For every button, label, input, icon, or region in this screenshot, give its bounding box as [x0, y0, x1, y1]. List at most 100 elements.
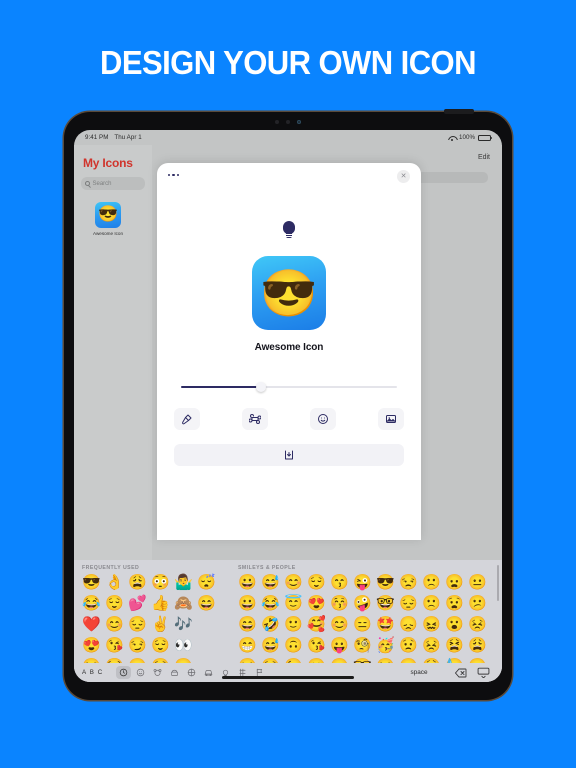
corner-radius-slider[interactable]: [181, 382, 397, 392]
emoji-cell[interactable]: 💕: [126, 593, 149, 614]
emoji-cell[interactable]: 🤪: [351, 593, 374, 614]
ellipsis-icon[interactable]: [168, 174, 180, 177]
emoji-cell[interactable]: 😏: [126, 635, 149, 656]
emoji-cell[interactable]: 😌: [305, 572, 328, 593]
emoji-cell[interactable]: 😊: [282, 572, 305, 593]
emoji-cell[interactable]: 😗: [305, 656, 328, 663]
space-button[interactable]: space: [388, 669, 450, 676]
emoji-cell[interactable]: 😑: [172, 656, 195, 663]
emoji-cell[interactable]: 😇: [282, 593, 305, 614]
emoji-cell[interactable]: 😘: [305, 635, 328, 656]
emoji-cell[interactable]: 😝: [328, 656, 351, 663]
emoji-cell[interactable]: 😭: [103, 656, 126, 663]
emoji-cell[interactable]: 😫: [420, 656, 443, 663]
emoji-cell[interactable]: 🥰: [305, 614, 328, 635]
emoji-cell[interactable]: 😁: [126, 656, 149, 663]
emoji-cell[interactable]: 🎶: [172, 614, 195, 635]
slider-thumb[interactable]: [255, 382, 266, 392]
emoji-cell[interactable]: 🙁: [420, 572, 443, 593]
emoji-cell[interactable]: 😊: [103, 614, 126, 635]
icon-preview-tile[interactable]: 😎: [252, 256, 326, 330]
smileys-icon[interactable]: [133, 666, 148, 679]
paint-roller-icon[interactable]: [174, 408, 200, 430]
keyboard-dismiss-icon[interactable]: [472, 667, 494, 678]
emoji-cell[interactable]: 🤣: [259, 614, 282, 635]
animals-icon[interactable]: [150, 666, 165, 679]
activity-icon[interactable]: [184, 666, 199, 679]
emoji-cell[interactable]: 😣: [420, 635, 443, 656]
emoji-cell[interactable]: 🙈: [172, 593, 195, 614]
emoji-cell[interactable]: 😛: [328, 635, 351, 656]
edit-button[interactable]: Edit: [478, 154, 490, 161]
emoji-cell[interactable]: 😀: [236, 572, 259, 593]
emoji-cell[interactable]: 👌: [103, 572, 126, 593]
emoji-cell[interactable]: 🙁: [420, 593, 443, 614]
emoji-cell[interactable]: 👀: [172, 635, 195, 656]
emoji-cell[interactable]: 😜: [351, 572, 374, 593]
save-button[interactable]: [174, 444, 404, 466]
emoji-cell[interactable]: 🧐: [351, 635, 374, 656]
emoji-cell[interactable]: 😀: [236, 593, 259, 614]
emoji-cell[interactable]: 😆: [236, 656, 259, 663]
emoji-cell[interactable]: 😑: [351, 614, 374, 635]
emoji-cell[interactable]: 🤩: [374, 614, 397, 635]
emoji-cell[interactable]: 🥳: [374, 635, 397, 656]
emoji-cell[interactable]: 😴: [195, 572, 218, 593]
emoji-cell[interactable]: 😣: [466, 614, 489, 635]
emoji-cell[interactable]: 😦: [443, 572, 466, 593]
travel-icon[interactable]: [201, 666, 216, 679]
emoji-cell[interactable]: 😌: [103, 593, 126, 614]
emoji-cell[interactable]: 😟: [397, 635, 420, 656]
emoji-cell[interactable]: 😍: [305, 593, 328, 614]
emoji-cell[interactable]: 😄: [195, 593, 218, 614]
emoji-cell[interactable]: 😁: [236, 635, 259, 656]
emoji-cell[interactable]: 😩: [126, 572, 149, 593]
emoji-cell[interactable]: 😒: [397, 572, 420, 593]
emoji-cell[interactable]: 😞: [397, 614, 420, 635]
emoji-cell[interactable]: 😊: [328, 614, 351, 635]
emoji-cell[interactable]: 😉: [282, 656, 305, 663]
emoji-cell[interactable]: 😍: [80, 635, 103, 656]
emoji-cell[interactable]: 😳: [149, 572, 172, 593]
emoji-cell[interactable]: 🙃: [282, 635, 305, 656]
delete-backward-icon[interactable]: [450, 668, 472, 678]
emoji-cell[interactable]: ❤️: [80, 614, 103, 635]
emoji-icon[interactable]: [310, 408, 336, 430]
emoji-cell[interactable]: 😌: [259, 656, 282, 663]
command-icon[interactable]: [242, 408, 268, 430]
emoji-cell[interactable]: 😘: [103, 635, 126, 656]
photo-icon[interactable]: [378, 408, 404, 430]
recents-icon[interactable]: [116, 666, 131, 679]
emoji-cell[interactable]: 😅: [259, 572, 282, 593]
emoji-cell[interactable]: 😌: [149, 656, 172, 663]
emoji-cell[interactable]: 😎: [374, 572, 397, 593]
food-icon[interactable]: [167, 666, 182, 679]
sidebar-item-awesome-icon[interactable]: 😎 Awesome Icon: [81, 202, 135, 236]
emoji-cell[interactable]: 😕: [466, 593, 489, 614]
search-input[interactable]: Search: [81, 177, 145, 190]
emoji-cell[interactable]: 😧: [443, 593, 466, 614]
emoji-cell[interactable]: 🤷‍♂️: [172, 572, 195, 593]
emoji-cell[interactable]: 🤓: [351, 656, 374, 663]
emoji-grid-area[interactable]: FREQUENTLY USED 😎 👌 😩 😳 🤷‍♂️ 😴 😂 😌 💕 👍 🙈 😄 ❤️ 😊 😔 ✌️ 🎶 😍 😘 😏…: [74, 560, 502, 663]
emoji-cell[interactable]: 😂: [259, 593, 282, 614]
emoji-cell[interactable]: 😒: [374, 656, 397, 663]
emoji-cell[interactable]: 😙: [328, 572, 351, 593]
emoji-cell[interactable]: 😔: [126, 614, 149, 635]
abc-button[interactable]: A B C: [82, 669, 116, 676]
keyboard-scrollbar[interactable]: [497, 565, 499, 601]
emoji-cell[interactable]: 😚: [328, 593, 351, 614]
emoji-cell[interactable]: 😔: [397, 593, 420, 614]
emoji-cell[interactable]: 😩: [466, 635, 489, 656]
emoji-cell[interactable]: 🙂: [282, 614, 305, 635]
emoji-cell[interactable]: 😮: [443, 614, 466, 635]
emoji-cell[interactable]: 😂: [80, 593, 103, 614]
emoji-cell[interactable]: 😐: [397, 656, 420, 663]
emoji-cell[interactable]: 😓: [443, 656, 466, 663]
emoji-cell[interactable]: 👍: [149, 593, 172, 614]
emoji-cell[interactable]: 😒: [80, 656, 103, 663]
volume-button[interactable]: [444, 109, 474, 114]
emoji-cell[interactable]: 😄: [236, 614, 259, 635]
emoji-cell[interactable]: 😖: [466, 656, 489, 663]
emoji-cell[interactable]: 😫: [443, 635, 466, 656]
